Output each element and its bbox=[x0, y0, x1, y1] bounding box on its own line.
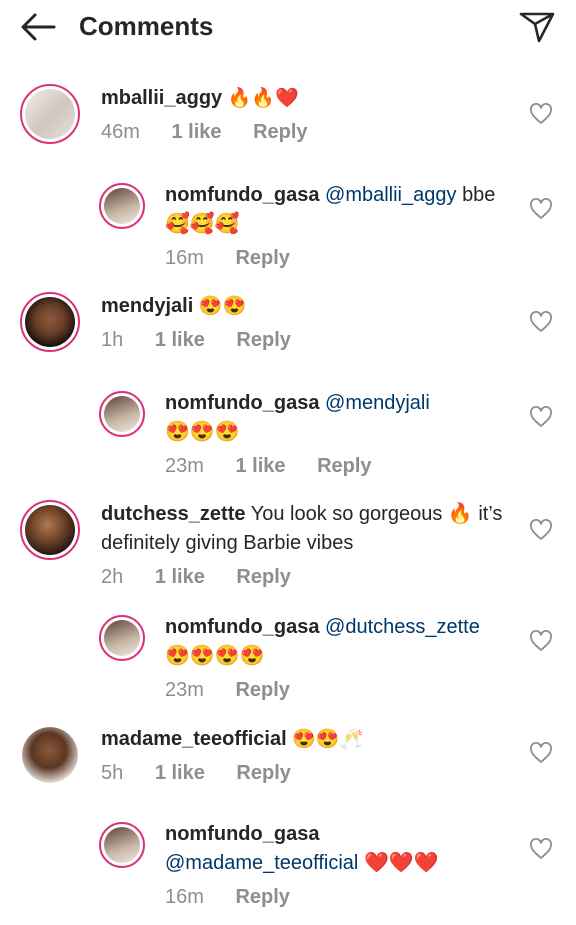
reply-button[interactable]: Reply bbox=[236, 566, 290, 588]
avatar[interactable] bbox=[22, 727, 78, 783]
arrow-left-icon bbox=[21, 13, 56, 41]
comment-username[interactable]: mendyjali bbox=[101, 295, 193, 317]
heart-icon[interactable] bbox=[529, 838, 553, 860]
avatar[interactable] bbox=[20, 84, 80, 144]
comment-text: 🔥🔥❤️ bbox=[227, 88, 299, 109]
share-button[interactable] bbox=[517, 8, 557, 46]
comment-username[interactable]: nomfundo_gasa bbox=[165, 616, 319, 638]
comment-text: 😍😍😍😍 bbox=[165, 645, 265, 667]
likes-count[interactable]: 1 like bbox=[235, 455, 285, 477]
comment-time: 1h bbox=[101, 329, 124, 351]
reply-comment-item: nomfundo_gasa @madame_teeofficial ❤️❤️❤️… bbox=[0, 820, 576, 915]
comment-text: 😍😍🥂 bbox=[292, 729, 364, 750]
comment-item: dutchess_zette You look so gorgeous 🔥 it… bbox=[0, 500, 576, 600]
reply-comment-item: nomfundo_gasa @dutchess_zette 😍😍😍😍 23m R… bbox=[0, 613, 576, 708]
comment-mention[interactable]: @mballii_aggy bbox=[325, 184, 456, 206]
comment-username[interactable]: nomfundo_gasa bbox=[165, 392, 319, 414]
comment-text: 😍😍 bbox=[198, 296, 247, 317]
avatar[interactable] bbox=[99, 183, 145, 229]
comment-username[interactable]: dutchess_zette bbox=[101, 503, 246, 525]
comment-time: 2h bbox=[101, 566, 124, 588]
comment-time: 23m bbox=[165, 455, 204, 477]
header-bar: Comments bbox=[0, 0, 576, 54]
reply-button[interactable]: Reply bbox=[236, 762, 290, 784]
reply-button[interactable]: Reply bbox=[235, 679, 289, 701]
reply-comment-item: nomfundo_gasa @mendyjali 😍😍😍 23m 1 like … bbox=[0, 389, 576, 484]
heart-icon[interactable] bbox=[529, 311, 553, 333]
heart-icon[interactable] bbox=[529, 406, 553, 428]
heart-icon[interactable] bbox=[529, 198, 553, 220]
comment-username[interactable]: mballii_aggy bbox=[101, 87, 222, 109]
reply-button[interactable]: Reply bbox=[317, 455, 371, 477]
likes-count[interactable]: 1 like bbox=[155, 566, 205, 588]
heart-icon[interactable] bbox=[529, 630, 553, 652]
comment-username[interactable]: nomfundo_gasa bbox=[165, 823, 319, 845]
paper-plane-icon bbox=[519, 12, 555, 43]
heart-icon[interactable] bbox=[529, 519, 553, 541]
heart-icon[interactable] bbox=[529, 742, 553, 764]
comment-text: 😍😍😍 bbox=[165, 421, 240, 443]
likes-count[interactable]: 1 like bbox=[171, 121, 221, 143]
comment-item: mballii_aggy 🔥🔥❤️ 46m 1 like Reply bbox=[0, 84, 576, 174]
comment-time: 5h bbox=[101, 762, 124, 784]
page-title: Comments bbox=[79, 11, 214, 41]
reply-comment-item: nomfundo_gasa @mballii_aggy bbe 🥰🥰🥰 16m … bbox=[0, 181, 576, 276]
comment-text: ❤️❤️❤️ bbox=[363, 852, 439, 874]
comment-mention[interactable]: @dutchess_zette bbox=[325, 616, 480, 638]
comment-item: mendyjali 😍😍 1h 1 like Reply bbox=[0, 292, 576, 382]
comment-time: 46m bbox=[101, 121, 140, 143]
avatar[interactable] bbox=[99, 615, 145, 661]
likes-count[interactable]: 1 like bbox=[155, 329, 205, 351]
reply-button[interactable]: Reply bbox=[235, 886, 289, 908]
avatar[interactable] bbox=[99, 391, 145, 437]
comment-item: madame_teeofficial 😍😍🥂 5h 1 like Reply bbox=[0, 725, 576, 815]
comment-time: 16m bbox=[165, 247, 204, 269]
comment-mention[interactable]: @madame_teeofficial bbox=[165, 852, 358, 874]
likes-count[interactable]: 1 like bbox=[155, 762, 205, 784]
reply-button[interactable]: Reply bbox=[253, 121, 307, 143]
reply-button[interactable]: Reply bbox=[235, 247, 289, 269]
comment-username[interactable]: nomfundo_gasa bbox=[165, 184, 319, 206]
comment-time: 23m bbox=[165, 679, 204, 701]
comment-time: 16m bbox=[165, 886, 204, 908]
reply-button[interactable]: Reply bbox=[236, 329, 290, 351]
avatar[interactable] bbox=[99, 822, 145, 868]
avatar[interactable] bbox=[20, 500, 80, 560]
comment-username[interactable]: madame_teeofficial bbox=[101, 728, 287, 750]
comment-mention[interactable]: @mendyjali bbox=[325, 392, 430, 414]
avatar[interactable] bbox=[20, 292, 80, 352]
heart-icon[interactable] bbox=[529, 103, 553, 125]
back-button[interactable] bbox=[18, 10, 58, 44]
